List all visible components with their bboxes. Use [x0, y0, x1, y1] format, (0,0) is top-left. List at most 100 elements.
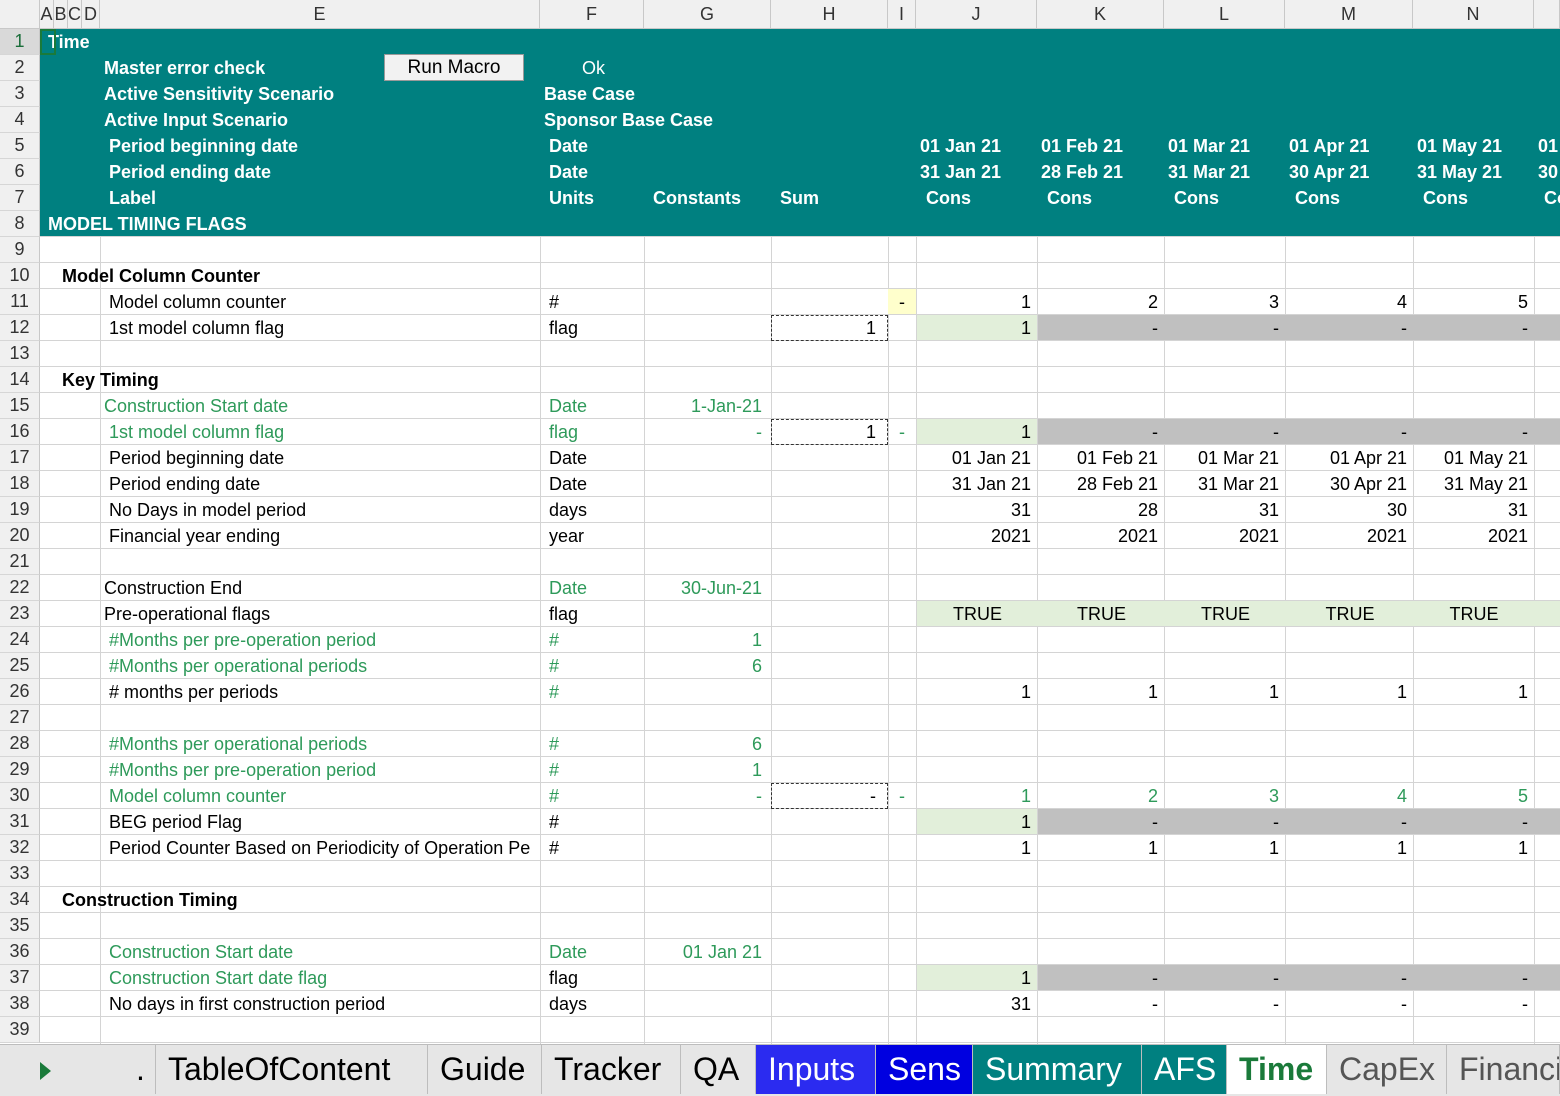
- value-cell[interactable]: 5: [1418, 783, 1528, 809]
- sheet-tab-guide[interactable]: Guide: [428, 1045, 542, 1094]
- row-header-21[interactable]: 21: [0, 549, 40, 575]
- column-header-c[interactable]: C: [68, 0, 82, 29]
- value-cell[interactable]: 2021: [1048, 523, 1158, 549]
- scroll-tabs-right-icon[interactable]: [40, 1062, 51, 1080]
- row-header-33[interactable]: 33: [0, 861, 40, 887]
- column-header-e[interactable]: E: [100, 0, 540, 29]
- column-header-d[interactable]: D: [82, 0, 100, 29]
- row-header-15[interactable]: 15: [0, 393, 40, 419]
- value-cell[interactable]: 30: [1297, 497, 1407, 523]
- value-cell[interactable]: 01 Feb 21: [1048, 445, 1158, 471]
- value-cell[interactable]: 31: [921, 497, 1031, 523]
- value-cell[interactable]: -: [1048, 315, 1158, 341]
- value-cell[interactable]: 4: [1297, 289, 1407, 315]
- sheet-tab-capex[interactable]: CapEx: [1327, 1045, 1447, 1094]
- row-header-8[interactable]: 8: [0, 211, 40, 237]
- value-cell[interactable]: 31: [1418, 497, 1528, 523]
- value-cell[interactable]: -: [1297, 315, 1407, 341]
- sheet-tab-dot[interactable]: .: [124, 1045, 156, 1094]
- value-cell[interactable]: 1: [921, 315, 1031, 341]
- check-cell[interactable]: -: [888, 783, 916, 809]
- column-header-a[interactable]: A: [40, 0, 54, 29]
- value-cell[interactable]: TRUE: [1038, 601, 1165, 627]
- value-cell[interactable]: 01 Jan 21: [921, 445, 1031, 471]
- value-cell[interactable]: 1: [1048, 835, 1158, 861]
- value-cell[interactable]: 01 Mar 21: [1169, 445, 1279, 471]
- row-header-13[interactable]: 13: [0, 341, 40, 367]
- sum-cell[interactable]: 1: [771, 419, 884, 445]
- row-header-29[interactable]: 29: [0, 757, 40, 783]
- row-header-1[interactable]: 1: [0, 29, 40, 55]
- spreadsheet-grid[interactable]: ABCDEFGHIJKLMN 1 2 3 4 5 6 7 8 9 10 11 12 13 14 15 16 17…: [0, 0, 1560, 1044]
- value-cell[interactable]: 28 Feb 21: [1048, 471, 1158, 497]
- row-header-4[interactable]: 4: [0, 107, 40, 133]
- row-header-9[interactable]: 9: [0, 237, 40, 263]
- row-header-30[interactable]: 30: [0, 783, 40, 809]
- constant-cell[interactable]: 01 Jan 21: [644, 939, 768, 965]
- row-header-36[interactable]: 36: [0, 939, 40, 965]
- value-cell[interactable]: 1: [921, 679, 1031, 705]
- row-header-22[interactable]: 22: [0, 575, 40, 601]
- row-header-27[interactable]: 27: [0, 705, 40, 731]
- value-cell[interactable]: 1: [1297, 835, 1407, 861]
- column-header-i[interactable]: I: [888, 0, 916, 29]
- column-header-partial[interactable]: [1534, 0, 1560, 29]
- row-header-5[interactable]: 5: [0, 133, 40, 159]
- sum-cell[interactable]: 1: [771, 315, 884, 341]
- value-cell[interactable]: -: [1418, 419, 1528, 445]
- value-cell[interactable]: 31: [1169, 497, 1279, 523]
- value-cell[interactable]: 1: [921, 783, 1031, 809]
- value-cell[interactable]: -: [1297, 809, 1407, 835]
- value-cell[interactable]: -: [1048, 965, 1158, 991]
- constant-cell[interactable]: -: [644, 783, 768, 809]
- sheet-tab-financi[interactable]: Financi: [1447, 1045, 1560, 1094]
- value-cell[interactable]: 5: [1418, 289, 1528, 315]
- constant-cell[interactable]: 6: [644, 653, 768, 679]
- value-cell[interactable]: 3: [1169, 783, 1279, 809]
- column-header-l[interactable]: L: [1164, 0, 1285, 29]
- row-header-24[interactable]: 24: [0, 627, 40, 653]
- value-cell[interactable]: 1: [1297, 679, 1407, 705]
- column-header-n[interactable]: N: [1413, 0, 1534, 29]
- value-cell[interactable]: TRUE: [1286, 601, 1414, 627]
- value-cell[interactable]: -: [1048, 809, 1158, 835]
- value-cell[interactable]: 2021: [1169, 523, 1279, 549]
- value-cell[interactable]: 1: [921, 809, 1031, 835]
- value-cell[interactable]: 28: [1048, 497, 1158, 523]
- value-cell[interactable]: 31 Jan 21: [921, 471, 1031, 497]
- column-header-g[interactable]: G: [644, 0, 771, 29]
- row-header-7[interactable]: 7: [0, 185, 40, 211]
- value-cell[interactable]: TRUE: [1165, 601, 1286, 627]
- constant-cell[interactable]: 30-Jun-21: [644, 575, 768, 601]
- value-cell[interactable]: 2: [1048, 289, 1158, 315]
- sheet-tab-inputs[interactable]: Inputs: [756, 1045, 876, 1094]
- value-cell[interactable]: 30 Apr 21: [1297, 471, 1407, 497]
- value-cell[interactable]: 1: [921, 965, 1031, 991]
- sheet-tab-sens[interactable]: Sens: [876, 1045, 973, 1094]
- row-header-35[interactable]: 35: [0, 913, 40, 939]
- check-cell[interactable]: -: [888, 419, 916, 445]
- sum-cell[interactable]: -: [771, 783, 884, 809]
- row-header-16[interactable]: 16: [0, 419, 40, 445]
- row-header-31[interactable]: 31: [0, 809, 40, 835]
- sheet-tab-tableofcontent[interactable]: TableOfContent: [156, 1045, 428, 1094]
- value-cell[interactable]: 1: [1169, 679, 1279, 705]
- value-cell[interactable]: -: [1048, 991, 1158, 1017]
- value-cell[interactable]: 31: [921, 991, 1031, 1017]
- value-cell[interactable]: 2021: [1418, 523, 1528, 549]
- sheet-tab-afs[interactable]: AFS: [1142, 1045, 1227, 1094]
- value-cell[interactable]: -: [1297, 991, 1407, 1017]
- column-header-k[interactable]: K: [1037, 0, 1164, 29]
- value-cell[interactable]: 31 Mar 21: [1169, 471, 1279, 497]
- run-macro-button[interactable]: Run Macro: [384, 54, 524, 81]
- value-cell[interactable]: TRUE: [917, 601, 1038, 627]
- constant-cell[interactable]: -: [644, 419, 768, 445]
- row-header-23[interactable]: 23: [0, 601, 40, 627]
- value-cell[interactable]: -: [1418, 315, 1528, 341]
- value-cell[interactable]: -: [1418, 965, 1528, 991]
- sheet-tab-qa[interactable]: QA: [681, 1045, 756, 1094]
- value-cell[interactable]: 1: [921, 419, 1031, 445]
- row-header-6[interactable]: 6: [0, 159, 40, 185]
- row-header-3[interactable]: 3: [0, 81, 40, 107]
- row-header-37[interactable]: 37: [0, 965, 40, 991]
